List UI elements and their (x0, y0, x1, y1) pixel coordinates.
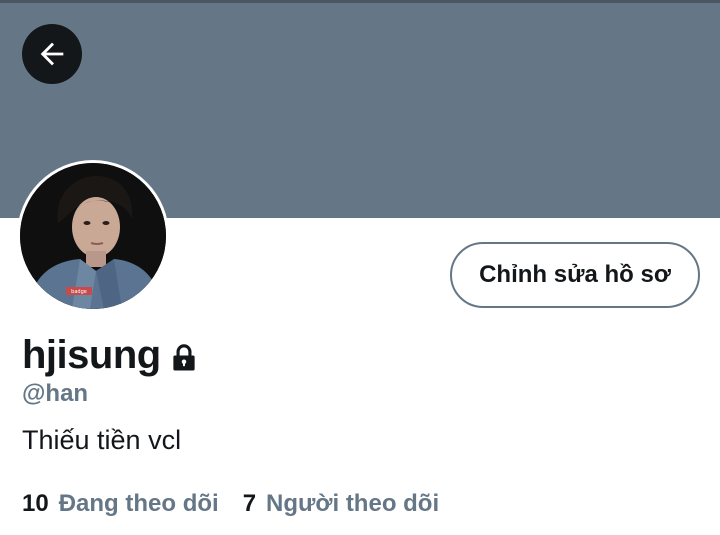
username-handle: @han (22, 380, 89, 407)
followers-count: 7 (242, 490, 257, 517)
following-label: Đang theo dõi (58, 490, 219, 517)
following-link[interactable]: 10 Đang theo dõi (22, 490, 219, 518)
profile-page: badge Chỉnh sửa hồ sơ hjisung @han Thiếu… (0, 0, 720, 535)
edit-profile-button[interactable]: Chỉnh sửa hồ sơ (450, 242, 700, 308)
follow-stats: 10 Đang theo dõi 7 Người theo dõi (22, 490, 439, 518)
lock-icon (169, 343, 199, 373)
svg-text:badge: badge (71, 289, 87, 295)
followers-label: Người theo dõi (266, 490, 440, 517)
avatar[interactable]: badge (17, 160, 169, 312)
status-edge (0, 0, 720, 3)
followers-link[interactable]: 7 Người theo dõi (243, 490, 439, 518)
bio-text: Thiếu tiền vcl (22, 425, 182, 455)
display-name-row: hjisung (22, 330, 199, 380)
arrow-left-icon (35, 37, 69, 71)
back-button[interactable] (22, 24, 82, 84)
avatar-image: badge (20, 163, 166, 309)
following-count: 10 (22, 490, 49, 517)
display-name: hjisung (22, 332, 161, 377)
